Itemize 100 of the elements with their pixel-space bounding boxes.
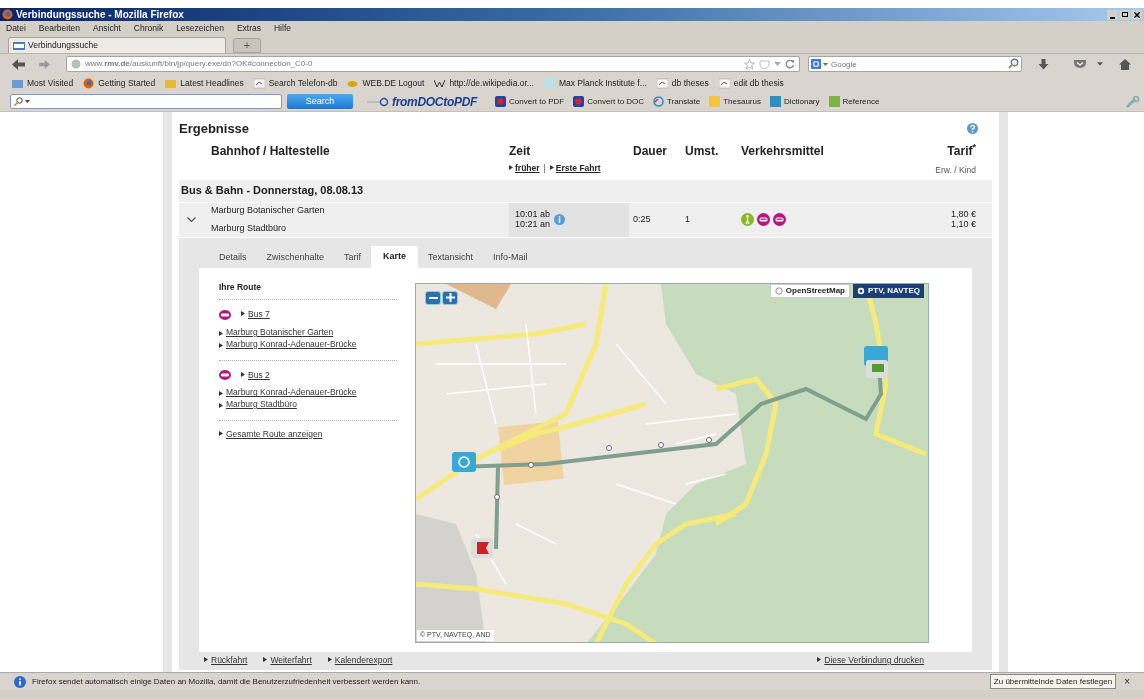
- browser-tab[interactable]: Verbindungssuche: [8, 37, 226, 53]
- help-icon[interactable]: [967, 123, 978, 135]
- square-icon: [769, 96, 781, 107]
- detail-tab[interactable]: Info-Mail: [483, 247, 538, 268]
- menu-item[interactable]: Datei: [6, 21, 26, 35]
- bookmark-item[interactable]: http://de.wikipedia.or...: [434, 76, 534, 90]
- square-icon: [709, 96, 721, 107]
- home-icon[interactable]: [1119, 58, 1131, 70]
- toolbar-button[interactable]: Reference: [828, 95, 880, 108]
- bookmark-item[interactable]: edit db thesis: [718, 76, 784, 90]
- menu-item[interactable]: Chronik: [133, 21, 164, 35]
- bookmark-item[interactable]: Latest Headlines: [165, 76, 244, 90]
- walking-icon: [741, 213, 754, 226]
- chart-icon: [656, 77, 668, 89]
- menu-item[interactable]: Lesezeichen: [176, 21, 224, 35]
- star-icon[interactable]: [744, 58, 755, 70]
- close-button[interactable]: ×: [1124, 676, 1130, 687]
- footer-link[interactable]: Kalenderexport: [334, 654, 393, 667]
- time-link[interactable]: Erste Fahrt: [555, 161, 601, 175]
- column-header: Tarif$^{*}$: [947, 143, 976, 158]
- bus-icon: [773, 213, 786, 226]
- notification-text: Firefox sendet automatisch einige Daten an Mozilla, damit die Benutzerzufriedenheit verbessert werden kann.: [32, 675, 421, 688]
- folder-icon: [165, 77, 177, 89]
- bullet-arrow-icon: [219, 430, 223, 436]
- bookmark-item[interactable]: Search Telefon-db: [253, 76, 338, 90]
- logo-icon: [367, 96, 389, 107]
- toolbar-button[interactable]: Translate: [653, 95, 701, 108]
- radio-icon: [774, 286, 783, 295]
- bookmark-item[interactable]: Max Planck Institute f...: [543, 76, 647, 90]
- stop-link[interactable]: Marburg Stadtbüro: [226, 400, 297, 410]
- bullet-arrow-icon: [204, 657, 208, 663]
- pocket-icon[interactable]: [1073, 59, 1087, 69]
- dropdown-caret-icon[interactable]: [823, 63, 828, 66]
- radio-icon: [857, 286, 865, 295]
- logo-text[interactable]: fromDOCtoPDF: [392, 92, 478, 111]
- bus-icon: [219, 369, 231, 380]
- reload-icon[interactable]: [785, 59, 795, 69]
- menu-item[interactable]: Hilfe: [273, 21, 291, 35]
- column-header: Umst.: [685, 143, 719, 158]
- bus-line-link[interactable]: Bus 7: [248, 308, 270, 321]
- link-separator: |: [543, 161, 546, 175]
- bullet-arrow-icon: [327, 657, 332, 663]
- fare-price: 1,80 €: [950, 209, 976, 220]
- stop-link[interactable]: Marburg Konrad-Adenauer-Brücke: [226, 388, 357, 399]
- time-link[interactable]: früher: [515, 161, 540, 175]
- info-icon[interactable]: [554, 214, 566, 225]
- toolbar-button[interactable]: Convert to DOC: [573, 95, 645, 108]
- restore-button[interactable]: [1119, 9, 1130, 20]
- map-layer-option[interactable]: PTV, NAVTEQ: [853, 283, 924, 298]
- firefox-icon: [2, 9, 13, 20]
- menu-item[interactable]: Extras: [236, 21, 261, 35]
- dropdown-caret-icon[interactable]: [25, 100, 30, 103]
- data-choices-button[interactable]: Zu übermittelnde Daten festlegen: [989, 674, 1117, 689]
- back-arrow-icon[interactable]: [12, 58, 25, 70]
- bus-icon: [219, 309, 231, 320]
- search-field[interactable]: Google: [808, 56, 1022, 72]
- bullet-arrow-icon: [241, 311, 245, 317]
- stop-link[interactable]: Marburg Botanischer Garten: [226, 328, 334, 338]
- footer-link[interactable]: Rückfahrt: [211, 654, 248, 667]
- bullet-arrow-icon: [549, 164, 554, 170]
- detail-tab[interactable]: Karte: [371, 245, 419, 268]
- download-arrow-icon[interactable]: [1038, 58, 1049, 70]
- toolbar-button[interactable]: Dictionary: [769, 95, 820, 108]
- chart-icon: [718, 77, 730, 89]
- bookmark-item[interactable]: db theses: [656, 76, 709, 90]
- toolbar-search-field[interactable]: [10, 94, 282, 109]
- address-bar[interactable]: www.rmv.de/auskunft/bin/jp/query.exe/dn?OK#connection_C0-0: [66, 56, 800, 72]
- map-layer-option[interactable]: OpenStreetMap: [769, 283, 850, 298]
- new-tab-button[interactable]: +: [233, 38, 261, 53]
- toolbar-button[interactable]: Thesaurus: [709, 95, 761, 108]
- favicon-icon: [13, 41, 25, 50]
- bus-line-link[interactable]: Bus 2: [248, 368, 270, 382]
- bookmark-item[interactable]: WEB.DE Logout: [347, 76, 425, 90]
- info-icon: [14, 675, 26, 688]
- firefox-icon: [83, 77, 95, 89]
- show-route-link[interactable]: Gesamte Route anzeigen: [226, 427, 323, 441]
- bullet-arrow-icon: [509, 164, 513, 170]
- close-button[interactable]: [1131, 9, 1142, 20]
- square-icon: [828, 96, 840, 107]
- station-name: Marburg Botanischer Garten: [211, 204, 325, 217]
- search-icon[interactable]: [1008, 58, 1019, 69]
- footer-link[interactable]: Weiterfahrt: [270, 654, 312, 667]
- detail-tab[interactable]: Tarif: [334, 247, 372, 268]
- chart-icon: [253, 77, 265, 89]
- changes-count: 1: [685, 212, 691, 226]
- menu-item[interactable]: Bearbeiten: [38, 21, 80, 35]
- fare-note: Erw. / Kind: [935, 163, 976, 177]
- detail-tab[interactable]: Zwischenhalte: [256, 247, 335, 268]
- bookmark-item[interactable]: Getting Started: [83, 76, 156, 90]
- stop-link[interactable]: Marburg Konrad-Adenauer-Brücke: [226, 339, 357, 350]
- print-link[interactable]: Diese Verbindung drucken: [824, 654, 924, 667]
- menu-item[interactable]: Ansicht: [92, 21, 121, 35]
- detail-tab[interactable]: Textansicht: [418, 247, 484, 268]
- folder-icon: [12, 77, 23, 89]
- detail-tab[interactable]: Details: [209, 247, 257, 268]
- toolbar-button[interactable]: Convert to PDF: [495, 95, 565, 108]
- minimize-button[interactable]: [1107, 9, 1118, 20]
- bookmark-item[interactable]: Most Visited: [12, 76, 74, 90]
- url-text: www.rmv.de/auskunft/bin/jp/query.exe/dn?OK#connection_C0-0: [85, 58, 313, 70]
- dropdown-caret-icon[interactable]: [1097, 62, 1103, 66]
